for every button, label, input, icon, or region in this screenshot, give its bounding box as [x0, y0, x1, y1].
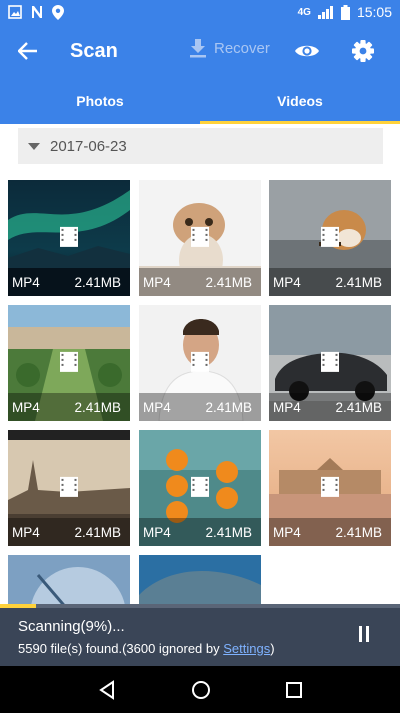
files-found-prefix: 5590 file(s) found.(3600 ignored by [18, 641, 224, 656]
video-format: MP4 [12, 524, 40, 540]
scan-status-bar: Scanning(9%)... 5590 file(s) found.(3600… [0, 604, 400, 666]
video-format: MP4 [143, 399, 171, 415]
tab-photos[interactable]: Photos [0, 78, 200, 124]
video-info: MP4 2.41MB [139, 268, 261, 296]
preview-button[interactable] [292, 36, 322, 66]
video-tile[interactable]: MP4 2.41MB [269, 430, 391, 546]
n-icon [32, 6, 42, 18]
video-size: 2.41MB [335, 274, 382, 290]
nav-recents-icon[interactable] [285, 681, 303, 699]
video-format: MP4 [273, 274, 301, 290]
location-icon [52, 4, 64, 20]
video-icon [60, 476, 78, 497]
video-size: 2.41MB [74, 524, 121, 540]
video-size: 2.41MB [205, 524, 252, 540]
video-size: 2.41MB [205, 399, 252, 415]
recover-label: Recover [214, 39, 270, 57]
video-icon [60, 226, 78, 247]
navigation-bar [0, 666, 400, 713]
video-tile[interactable]: MP4 2.41MB [139, 305, 261, 421]
video-size: 2.41MB [74, 399, 121, 415]
tab-videos[interactable]: Videos [200, 78, 400, 124]
video-info: MP4 2.41MB [269, 393, 391, 421]
caret-down-icon [28, 142, 40, 150]
date-group-label: 2017-06-23 [50, 137, 127, 155]
video-icon [321, 226, 339, 247]
nav-home-icon[interactable] [191, 680, 211, 700]
video-icon [321, 351, 339, 372]
video-format: MP4 [273, 399, 301, 415]
video-info: MP4 2.41MB [269, 518, 391, 546]
files-found-suffix: ) [270, 641, 275, 656]
tab-bar: Photos Videos [0, 78, 400, 124]
video-info: MP4 2.41MB [139, 518, 261, 546]
arrow-left-icon [18, 42, 37, 60]
video-size: 2.41MB [205, 274, 252, 290]
scan-progress-fill [0, 604, 36, 608]
video-size: 2.41MB [335, 524, 382, 540]
video-icon [191, 476, 209, 497]
clock: 15:05 [356, 4, 392, 20]
battery-icon [340, 4, 350, 20]
video-info: MP4 2.41MB [269, 268, 391, 296]
scan-status-text: Scanning(9%)... [18, 618, 125, 635]
pause-button[interactable] [356, 625, 372, 643]
video-info: MP4 2.41MB [139, 393, 261, 421]
signal-icon [317, 5, 333, 19]
video-icon [191, 226, 209, 247]
video-format: MP4 [273, 524, 301, 540]
video-tile[interactable]: MP4 2.41MB [269, 180, 391, 296]
download-icon [190, 39, 206, 58]
video-size: 2.41MB [74, 274, 121, 290]
recover-button[interactable]: Recover [188, 38, 270, 58]
status-bar: 4G 15:05 [0, 0, 400, 24]
pause-icon [359, 626, 369, 642]
video-tile[interactable]: MP4 2.41MB [269, 305, 391, 421]
settings-link[interactable]: Settings [223, 641, 270, 656]
video-format: MP4 [12, 274, 40, 290]
video-tile[interactable]: MP4 2.41MB [8, 180, 130, 296]
eye-icon [295, 45, 319, 57]
video-icon [191, 351, 209, 372]
files-found-text: 5590 file(s) found.(3600 ignored by Sett… [18, 641, 275, 656]
video-info: MP4 2.41MB [8, 518, 130, 546]
back-button[interactable] [0, 24, 56, 78]
page-title: Scan [70, 39, 118, 62]
video-tile[interactable]: MP4 2.41MB [8, 430, 130, 546]
network-type: 4G [297, 6, 311, 18]
video-info: MP4 2.41MB [8, 268, 130, 296]
video-icon [321, 476, 339, 497]
video-tile[interactable]: MP4 2.41MB [139, 430, 261, 546]
video-format: MP4 [12, 399, 40, 415]
video-format: MP4 [143, 274, 171, 290]
video-info: MP4 2.41MB [8, 393, 130, 421]
video-size: 2.41MB [335, 399, 382, 415]
video-icon [60, 351, 78, 372]
video-tile[interactable]: MP4 2.41MB [139, 180, 261, 296]
gear-icon [352, 40, 374, 62]
video-format: MP4 [143, 524, 171, 540]
date-group-header[interactable]: 2017-06-23 [18, 128, 383, 164]
app-bar: Scan Recover [0, 24, 400, 78]
nav-back-icon[interactable] [97, 679, 117, 700]
scan-progress-track [0, 604, 400, 608]
image-icon [8, 5, 22, 19]
video-tile[interactable]: MP4 2.41MB [8, 305, 130, 421]
settings-button[interactable] [348, 36, 378, 66]
active-tab-indicator [200, 121, 400, 124]
